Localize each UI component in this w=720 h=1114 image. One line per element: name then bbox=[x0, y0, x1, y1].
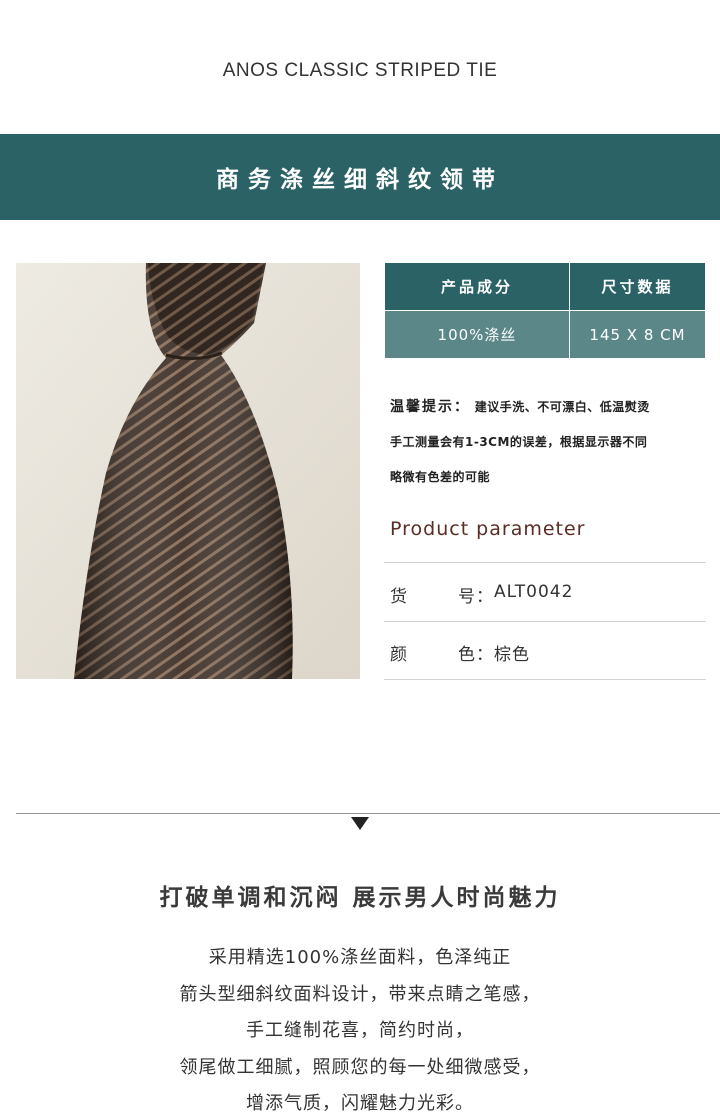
color-label-1: 颜 bbox=[390, 645, 408, 665]
spec-header-size: 尺寸数据 bbox=[569, 262, 706, 311]
param-divider bbox=[384, 679, 706, 680]
banner-title: 商务涤丝细斜纹领带 bbox=[216, 167, 504, 193]
product-description: 采用精选100%涤丝面料，色泽纯正 箭头型细斜纹面料设计，带来点睛之笔感， 手工… bbox=[0, 943, 720, 1114]
brand-title: ANOS CLASSIC STRIPED TIE bbox=[222, 60, 498, 81]
spec-table: 产品成分 尺寸数据 100%涤丝 145 X 8 CM bbox=[384, 262, 706, 359]
description-line: 箭头型细斜纹面料设计，带来点睛之笔感， bbox=[179, 983, 541, 1005]
sku-label-1: 货 bbox=[390, 587, 408, 607]
product-parameter-heading: Product parameter bbox=[390, 518, 586, 540]
tips-label: 温馨提示： bbox=[390, 399, 470, 415]
care-tips: 温馨提示： 建议手洗、不可漂白、低温熨烫 手工测量会有1-3CM的误差，根据显示… bbox=[390, 394, 710, 499]
description-line: 领尾做工细腻，照顾您的每一处细微感受， bbox=[179, 1056, 541, 1078]
description-line: 采用精选100%涤丝面料，色泽纯正 bbox=[208, 947, 512, 968]
tie-image bbox=[16, 263, 360, 679]
sku-value: ALT0042 bbox=[494, 582, 574, 602]
tips-line-2: 手工测量会有1-3CM的误差，根据显示器不同 bbox=[390, 435, 648, 449]
product-banner: 商务涤丝细斜纹领带 bbox=[0, 134, 720, 220]
tips-line-3: 略微有色差的可能 bbox=[390, 470, 491, 484]
slogan-heading: 打破单调和沉闷 展示男人时尚魅力 bbox=[159, 885, 561, 911]
section-divider bbox=[16, 813, 720, 814]
tips-line-1: 温馨提示： 建议手洗、不可漂白、低温熨烫 bbox=[390, 394, 710, 429]
param-row-color: 颜 色： 棕色 bbox=[390, 640, 530, 665]
param-row-sku: 货 号： ALT0042 bbox=[390, 582, 573, 607]
down-arrow-icon bbox=[351, 817, 369, 830]
spec-value-size: 145 X 8 CM bbox=[569, 310, 706, 359]
description-line: 手工缝制花喜，简约时尚， bbox=[246, 1020, 474, 1041]
spec-header-material: 产品成分 bbox=[384, 262, 570, 311]
color-value: 棕色 bbox=[494, 645, 530, 665]
product-photo bbox=[16, 263, 360, 679]
param-divider bbox=[384, 562, 706, 563]
tips-text-1: 建议手洗、不可漂白、低温熨烫 bbox=[474, 400, 650, 414]
description-line: 增添气质，闪耀魅力光彩。 bbox=[246, 1093, 474, 1114]
param-divider bbox=[384, 621, 706, 622]
spec-value-material: 100%涤丝 bbox=[384, 310, 570, 359]
sku-label-2: 号： bbox=[458, 587, 494, 607]
color-label-2: 色： bbox=[458, 645, 494, 665]
